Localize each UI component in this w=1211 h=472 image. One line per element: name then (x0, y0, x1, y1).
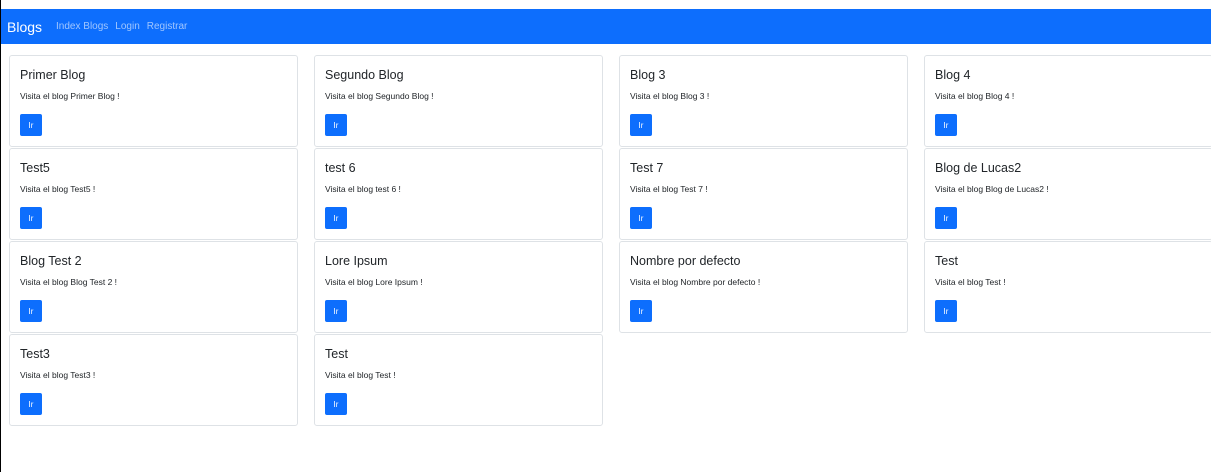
blog-card: Lore Ipsum Visita el blog Lore Ipsum ! I… (314, 241, 603, 333)
go-button[interactable]: Ir (20, 114, 42, 136)
blog-card-title: Blog 3 (630, 68, 666, 82)
go-button[interactable]: Ir (630, 207, 652, 229)
blog-card-text: Visita el blog Segundo Blog ! (325, 91, 434, 101)
go-button[interactable]: Ir (20, 207, 42, 229)
nav-link-index-blogs[interactable]: Index Blogs (56, 21, 108, 32)
blog-card-title: Test (325, 347, 348, 361)
go-button[interactable]: Ir (20, 393, 42, 415)
blog-card-text: Visita el blog test 6 ! (325, 184, 401, 194)
blog-card-title: Test (935, 254, 958, 268)
blog-card-title: Blog Test 2 (20, 254, 82, 268)
blog-card-text: Visita el blog Test3 ! (20, 370, 96, 380)
blog-card-text: Visita el blog Lore Ipsum ! (325, 277, 423, 287)
blog-card-title: Lore Ipsum (325, 254, 388, 268)
blog-card: Test Visita el blog Test ! Ir (924, 241, 1211, 333)
blog-card: Test Visita el blog Test ! Ir (314, 334, 603, 426)
go-button[interactable]: Ir (935, 207, 957, 229)
top-strip (1, 0, 1211, 9)
blog-card-text: Visita el blog Test5 ! (20, 184, 96, 194)
blog-card: Blog 4 Visita el blog Blog 4 ! Ir (924, 55, 1211, 147)
blog-card-title: Segundo Blog (325, 68, 404, 82)
go-button[interactable]: Ir (325, 207, 347, 229)
blog-card-title: Nombre por defecto (630, 254, 741, 268)
blog-card-title: Blog de Lucas2 (935, 161, 1022, 175)
blog-card-grid: Primer Blog Visita el blog Primer Blog !… (1, 44, 1211, 427)
blog-card-title: Test 7 (630, 161, 664, 175)
blog-card: Primer Blog Visita el blog Primer Blog !… (9, 55, 298, 147)
blog-card-text: Visita el blog Blog 3 ! (630, 91, 710, 101)
go-button[interactable]: Ir (630, 114, 652, 136)
blog-card-text: Visita el blog Test ! (935, 277, 1006, 287)
blog-card-text: Visita el blog Test 7 ! (630, 184, 708, 194)
blog-card-title: test 6 (325, 161, 356, 175)
go-button[interactable]: Ir (630, 300, 652, 322)
go-button[interactable]: Ir (325, 114, 347, 136)
page: Blogs Index Blogs Login Registrar Primer… (0, 0, 1211, 472)
blog-card: Blog 3 Visita el blog Blog 3 ! Ir (619, 55, 908, 147)
blog-card-text: Visita el blog Primer Blog ! (20, 91, 120, 101)
blog-card: Test3 Visita el blog Test3 ! Ir (9, 334, 298, 426)
blog-card-text: Visita el blog Blog de Lucas2 ! (935, 184, 1049, 194)
blog-card: Test 7 Visita el blog Test 7 ! Ir (619, 148, 908, 240)
blog-card: Segundo Blog Visita el blog Segundo Blog… (314, 55, 603, 147)
blog-card-title: Test5 (20, 161, 50, 175)
go-button[interactable]: Ir (935, 114, 957, 136)
go-button[interactable]: Ir (20, 300, 42, 322)
blog-card-title: Test3 (20, 347, 50, 361)
blog-card-text: Visita el blog Blog Test 2 ! (20, 277, 118, 287)
blog-card: Blog de Lucas2 Visita el blog Blog de Lu… (924, 148, 1211, 240)
nav-link-registrar[interactable]: Registrar (147, 21, 188, 32)
blog-card: Test5 Visita el blog Test5 ! Ir (9, 148, 298, 240)
blog-card: Blog Test 2 Visita el blog Blog Test 2 !… (9, 241, 298, 333)
navbar-brand[interactable]: Blogs (7, 19, 42, 35)
go-button[interactable]: Ir (325, 300, 347, 322)
blog-card: test 6 Visita el blog test 6 ! Ir (314, 148, 603, 240)
blog-card: Nombre por defecto Visita el blog Nombre… (619, 241, 908, 333)
navbar: Blogs Index Blogs Login Registrar (1, 9, 1211, 44)
blog-card-text: Visita el blog Blog 4 ! (935, 91, 1015, 101)
blog-card-text: Visita el blog Test ! (325, 370, 396, 380)
go-button[interactable]: Ir (325, 393, 347, 415)
blog-card-title: Primer Blog (20, 68, 86, 82)
nav-link-login[interactable]: Login (115, 21, 139, 32)
blog-card-title: Blog 4 (935, 68, 971, 82)
blog-card-text: Visita el blog Nombre por defecto ! (630, 277, 761, 287)
go-button[interactable]: Ir (935, 300, 957, 322)
